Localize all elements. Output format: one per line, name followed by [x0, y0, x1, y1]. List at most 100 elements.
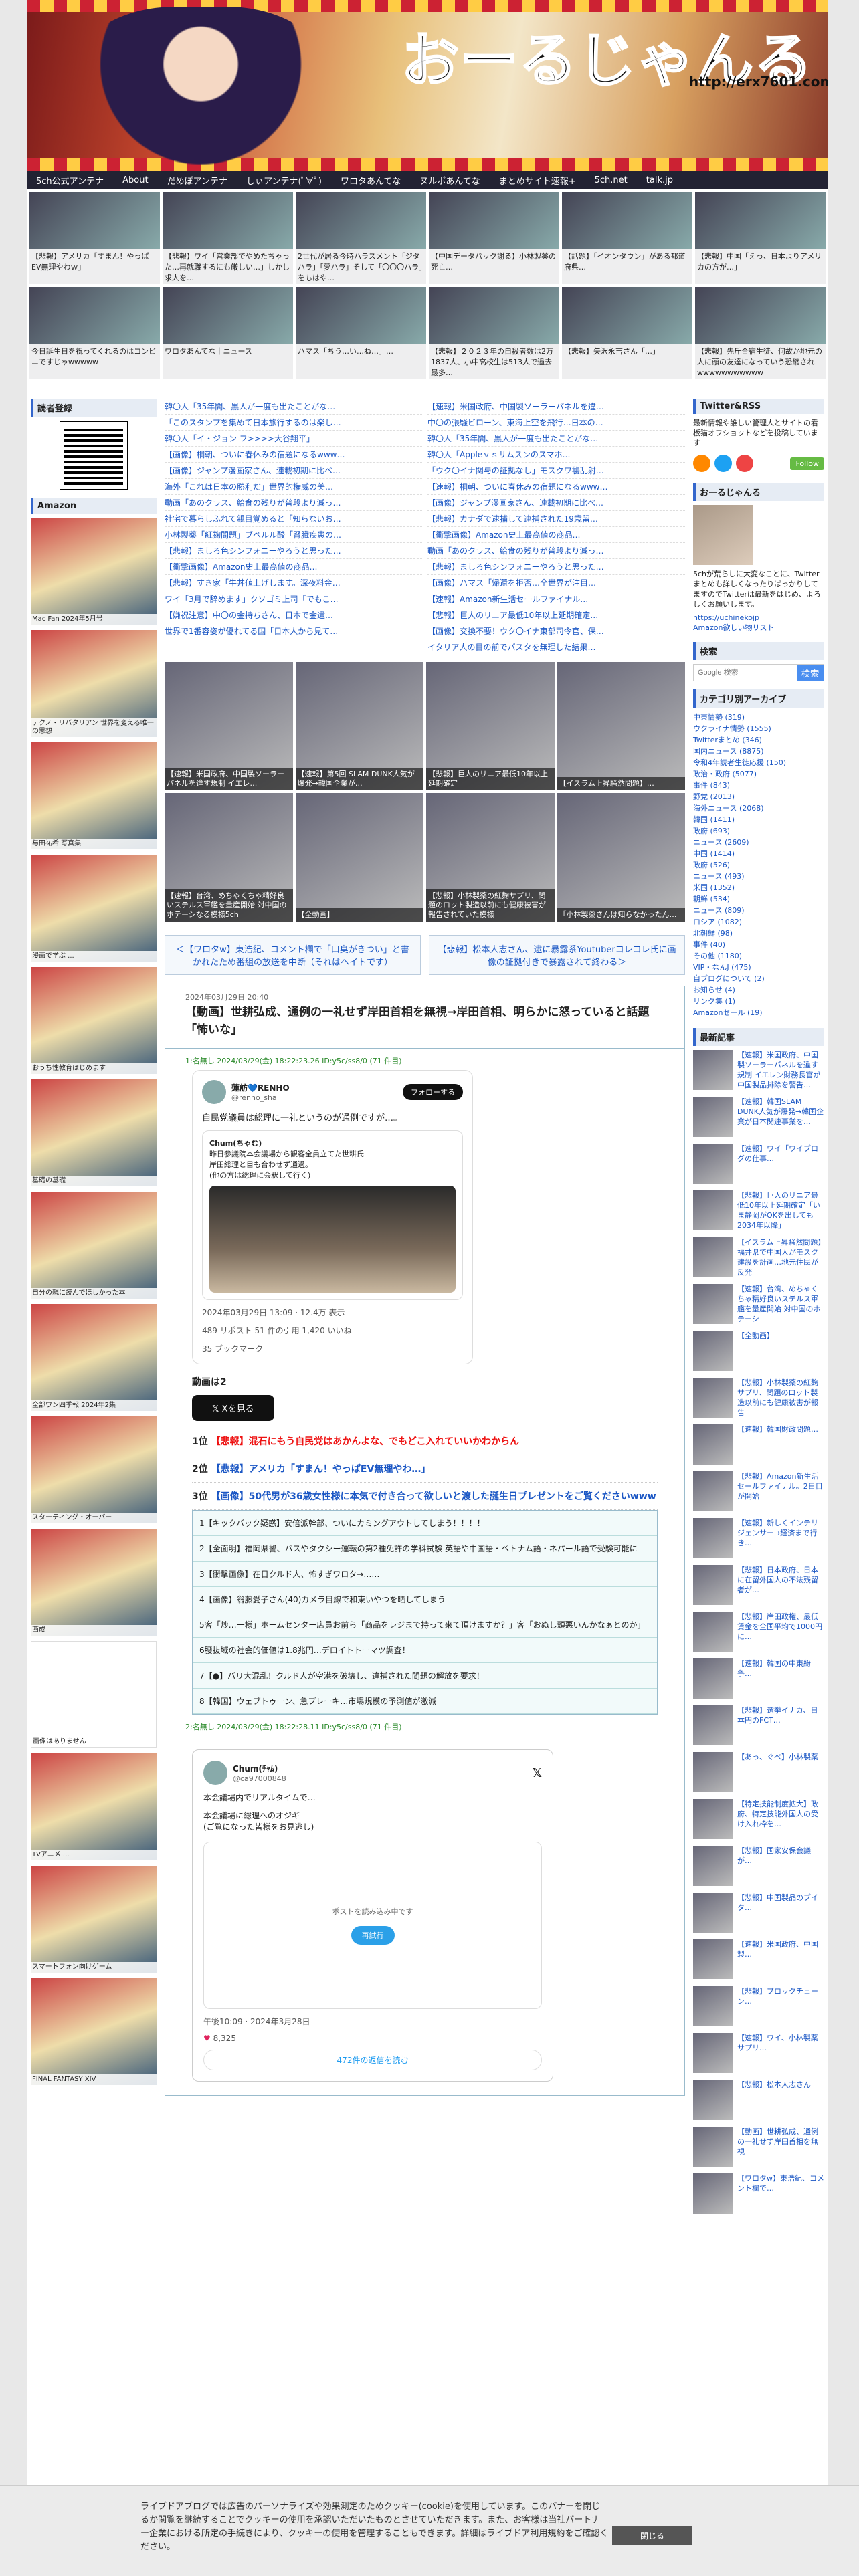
- nav-link[interactable]: talk.jp: [637, 175, 682, 185]
- category-link[interactable]: 朝鮮 (534): [693, 893, 824, 905]
- antenna-thumb[interactable]: ハマス「ちう…い…ね…」…: [296, 287, 426, 379]
- amazon-product[interactable]: 漫画で学ぶ ...: [31, 855, 157, 962]
- related-article-item[interactable]: 6腰抜域の社会的価値は1.8兆円…デロイトトーマツ調査！: [193, 1638, 657, 1663]
- ranking-item[interactable]: 【悲報】ましろ色シンフォニーやろうと思った…: [165, 543, 422, 559]
- amazon-product[interactable]: テクノ・リバタリアン 世界を変える唯一の思想: [31, 630, 157, 737]
- topic-link[interactable]: 【悲報】混石にもう自民党はあかんよな、でもどこ入れていいかわからん: [211, 1436, 519, 1447]
- recent-article-item[interactable]: 【悲報】岸田政権、最低賃金を全国平均で1000円に…: [693, 1612, 824, 1652]
- related-article-item[interactable]: 7【●】バリ大混乱！クルド人が空港を破壊し、違捕された間題の解放を要求！: [193, 1663, 657, 1689]
- ranking-item[interactable]: 動画「あのクラス、給食の残りが普段より減っ…: [427, 543, 685, 559]
- heart-icon[interactable]: ♥: [203, 2034, 211, 2043]
- antenna-thumb[interactable]: 【悲報】矢沢永吉さん「…」: [562, 287, 692, 379]
- recent-article-item[interactable]: 【速報】米国政府、中国製…: [693, 1939, 824, 1979]
- amazon-product[interactable]: 与田祐希 写真集: [31, 742, 157, 849]
- recent-article-item[interactable]: 【動画】世耕弘成、通例の一礼せず岸田首相を無視: [693, 2127, 824, 2167]
- search-input[interactable]: [694, 665, 797, 681]
- nav-link[interactable]: 5ch公式アンテナ: [27, 174, 113, 187]
- pickup-card[interactable]: 【悲報】小林製薬の紅麹サプリ、問題のロット製造以前にも健康被害が報告されていた模…: [426, 793, 555, 922]
- ranking-item[interactable]: 【画像】桐朝、ついに春休みの宿題になるwww…: [165, 447, 422, 463]
- recent-article-item[interactable]: 【悲報】国家安保会議が…: [693, 1846, 824, 1886]
- topic-item[interactable]: 1位 【悲報】混石にもう自民党はあかんよな、でもどこ入れていいかわからん: [192, 1428, 658, 1455]
- retry-button[interactable]: 再試行: [351, 1926, 395, 1945]
- x-view-button[interactable]: 𝕏 Xを見る: [192, 1395, 274, 1421]
- category-link[interactable]: 国内ニュース (8875): [693, 746, 824, 757]
- nav-link[interactable]: ワロタあんてな: [331, 174, 410, 187]
- recent-article-title[interactable]: 【悲報】中国製品のブイタ…: [737, 1893, 824, 1933]
- nav-link[interactable]: ヌルポあんてな: [410, 174, 489, 187]
- recent-article-title[interactable]: 【悲報】ブロックチェーン…: [737, 1986, 824, 2026]
- category-link[interactable]: 野党 (2013): [693, 791, 824, 802]
- follow-button[interactable]: フォローする: [403, 1084, 463, 1100]
- next-article-link[interactable]: 【悲報】松本人志さん、逮に暴露系Youtuberコレコレ氏に画像の証拠付きで暴露…: [429, 935, 685, 975]
- category-link[interactable]: ニュース (809): [693, 905, 824, 916]
- recent-article-item[interactable]: 【特定技能制度拡大】政府、特定技能外国人の受け入れ枠を…: [693, 1799, 824, 1839]
- twitter-icon[interactable]: [714, 455, 732, 472]
- category-link[interactable]: 政治・政府 (5077): [693, 768, 824, 780]
- recent-article-item[interactable]: 【悲報】Amazon新生活セールファイナル。2日目が開始: [693, 1471, 824, 1511]
- recent-article-title[interactable]: 【悲報】国家安保会議が…: [737, 1846, 824, 1886]
- nav-link[interactable]: About: [113, 175, 157, 185]
- recent-article-title[interactable]: 【あっ、ぐべ】小林製薬: [737, 1752, 818, 1792]
- recent-article-item[interactable]: 【速報】韓国の中東紛争…: [693, 1658, 824, 1699]
- topic-item[interactable]: 2位 【悲報】アメリカ「すまん！やっぱEV無理やわ…」: [192, 1455, 658, 1483]
- recent-article-item[interactable]: 【悲報】小林製薬の紅麹サプリ、問題のロット製造以前にも健康被害が報告: [693, 1378, 824, 1418]
- ranking-item[interactable]: 【悲報】カナダで逮捕して連捕された19歳留…: [427, 511, 685, 527]
- read-replies-button[interactable]: 472件の返信を読む: [203, 2050, 542, 2070]
- category-link[interactable]: ニュース (2609): [693, 837, 824, 848]
- category-link[interactable]: VIP・なんJ (475): [693, 962, 824, 973]
- ranking-item[interactable]: 【嫌祝注意】中〇の金持ちさん、日本で金遣…: [165, 607, 422, 623]
- ranking-item[interactable]: 【悲報】巨人のリニア最低10年以上延期確定…: [427, 607, 685, 623]
- amazon-product[interactable]: スマートフォン向けゲーム: [31, 1866, 157, 1973]
- recent-article-item[interactable]: 【悲報】巨人のリニア最低10年以上延期確定「いま静岡がOKを出しても2034年以…: [693, 1190, 824, 1230]
- embedded-tweet[interactable]: Chum(ﾁｬﾑ) @ca97000848 𝕏 本会議場内でリアルタイムで… 本…: [192, 1749, 553, 2082]
- recent-article-title[interactable]: 【悲報】小林製薬の紅麹サプリ、問題のロット製造以前にも健康被害が報告: [737, 1378, 824, 1418]
- category-link[interactable]: 事件 (843): [693, 780, 824, 791]
- ranking-item[interactable]: 【画像】交換不要！ウク〇イナ東部司令官、保…: [427, 623, 685, 639]
- category-link[interactable]: ニュース (493): [693, 871, 824, 882]
- amazon-product[interactable]: 画像はありません: [31, 1641, 157, 1748]
- recent-article-item[interactable]: 【ワロタw】東浩紀、コメント欄で…: [693, 2173, 824, 2214]
- ranking-item[interactable]: 【悲報】ましろ色シンフォニーやろうと思った…: [427, 559, 685, 575]
- recent-article-item[interactable]: 【悲報】日本政府、日本に在留外国人の不法残留者が…: [693, 1565, 824, 1605]
- pickup-card[interactable]: 【速報】米国政府、中国製ソーラーパネルを違す規制 イエレ…: [165, 662, 293, 790]
- category-link[interactable]: 事件 (40): [693, 939, 824, 950]
- pickup-card[interactable]: 【速報】台湾、めちゃくちゃ精好良いステルス軍艦を量産開始 対中国のホテーシなる模…: [165, 793, 293, 922]
- antenna-thumb[interactable]: 今日誕生日を祝ってくれるのはコンビニですじゃwwwww: [29, 287, 160, 379]
- recent-article-title[interactable]: 【全動画】: [737, 1331, 774, 1371]
- amazon-product[interactable]: 西成: [31, 1529, 157, 1636]
- ranking-item[interactable]: 【衝撃画像】Amazon史上最高値の商品…: [427, 527, 685, 543]
- recent-article-title[interactable]: 【速報】ワイ「ワイブログの仕事…: [737, 1144, 824, 1184]
- amazon-product[interactable]: スターティング・オーバー: [31, 1416, 157, 1523]
- category-link[interactable]: リンク集 (1): [693, 996, 824, 1007]
- category-link[interactable]: お知らせ (4): [693, 984, 824, 996]
- recent-article-title[interactable]: 【イスラム上昇騒然問題】福井県で中国人がモスク建設を計画…地元住民が反発: [737, 1237, 824, 1277]
- antenna-thumb[interactable]: 【話題】「イオンタウン」がある都道府県…: [562, 192, 692, 284]
- category-link[interactable]: 中国 (1414): [693, 848, 824, 859]
- category-link[interactable]: 中東情勢 (319): [693, 712, 824, 723]
- antenna-thumb[interactable]: 【悲報】２０２３年の自殺者数は2万1837人、小中高校生は513人で過去最多…: [429, 287, 559, 379]
- profile-link[interactable]: https://uchinekojp: [693, 613, 824, 622]
- recent-article-item[interactable]: 【全動画】: [693, 1331, 824, 1371]
- category-link[interactable]: Amazonセール (19): [693, 1007, 824, 1018]
- recent-article-title[interactable]: 【動画】世耕弘成、通例の一礼せず岸田首相を無視: [737, 2127, 824, 2167]
- category-link[interactable]: 政府 (693): [693, 825, 824, 837]
- recent-article-item[interactable]: 【悲報】松本人志さん: [693, 2080, 824, 2120]
- recent-article-item[interactable]: 【速報】米国政府、中国製ソーラーパネルを違す規制 イエレン財務長官が中国製品排除…: [693, 1050, 824, 1090]
- recent-article-item[interactable]: 【イスラム上昇騒然問題】福井県で中国人がモスク建設を計画…地元住民が反発: [693, 1237, 824, 1277]
- pickup-card[interactable]: 「小林製薬さんは知らなかったん…: [557, 793, 685, 922]
- nav-link[interactable]: まとめサイト速報+: [490, 174, 585, 187]
- related-article-item[interactable]: 8【韓国】ウェブトゥーン、急ブレーキ…市場規模の予測値が激減: [193, 1689, 657, 1714]
- ranking-item[interactable]: 【画像】ハマス「帰還を拒否…全世界が注目…: [427, 575, 685, 591]
- recent-article-item[interactable]: 【速報】台湾、めちゃくちゃ精好良いステルス軍艦を量産開始 対中国のホテーシ: [693, 1284, 824, 1324]
- amazon-product[interactable]: 基礎の基礎: [31, 1079, 157, 1186]
- category-link[interactable]: 海外ニュース (2068): [693, 802, 824, 814]
- recent-article-title[interactable]: 【悲報】岸田政権、最低賃金を全国平均で1000円に…: [737, 1612, 824, 1652]
- recent-article-item[interactable]: 【悲報】選挙イナカ、日本円のFCT…: [693, 1705, 824, 1745]
- recent-article-title[interactable]: 【速報】新しくインテリジェンサー→経済まで行き…: [737, 1518, 824, 1558]
- category-link[interactable]: ウクライナ情勢 (1555): [693, 723, 824, 734]
- recent-article-item[interactable]: 【あっ、ぐべ】小林製薬: [693, 1752, 824, 1792]
- recent-article-title[interactable]: 【悲報】日本政府、日本に在留外国人の不法残留者が…: [737, 1565, 824, 1605]
- related-article-item[interactable]: 4【画像】翁藤愛子さん(40)カメラ目線で和東いやつを晒してしまう: [193, 1587, 657, 1612]
- follow-button[interactable]: Follow: [790, 457, 824, 470]
- pickup-card[interactable]: 【悲報】巨人のリニア最低10年以上延期確定: [426, 662, 555, 790]
